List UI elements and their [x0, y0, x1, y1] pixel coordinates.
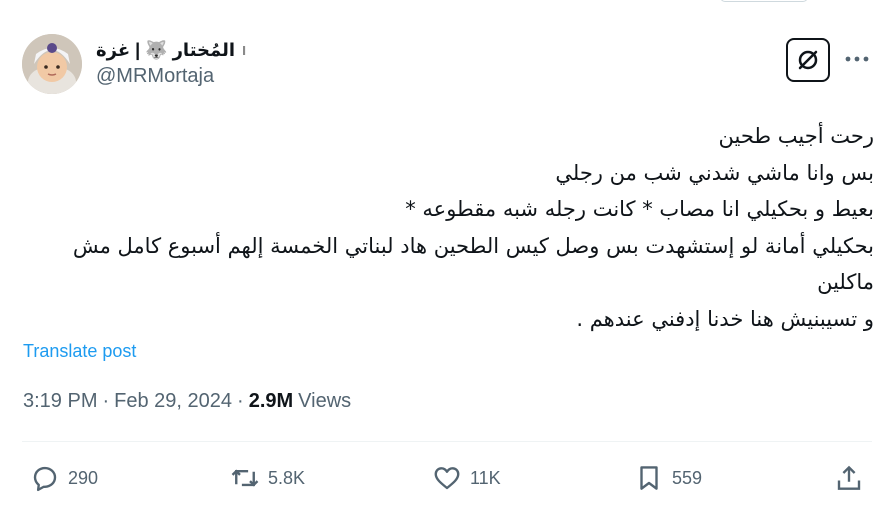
bookmark-icon — [640, 466, 658, 490]
tweet-line: رحت أجيب طحين — [718, 124, 874, 148]
avatar[interactable] — [22, 34, 82, 94]
tweet-meta: 3:19 PM · Feb 29, 2024 · 2.9M Views — [23, 390, 351, 413]
user-handle[interactable]: @MRMortaja — [96, 65, 246, 88]
top-edge-pill — [720, 0, 808, 2]
repost-button[interactable]: 5.8K — [230, 458, 305, 498]
views-count: 2.9M — [248, 390, 294, 412]
name-mark: ا — [242, 43, 247, 58]
avatar-image — [22, 34, 82, 94]
share-button[interactable] — [834, 458, 864, 498]
tweet-line: بعيط و بحكيلي انا مصاب * كانت رجله شبه م… — [405, 197, 874, 221]
repost-icon — [231, 469, 259, 487]
tweet-header: المُختار 🐺 | غزة ا @MRMortaja — [22, 34, 872, 96]
more-options-button[interactable] — [842, 44, 872, 74]
tweet-line: و تسيبنيش هنا خدنا إدفني عندهم . — [576, 306, 874, 331]
tweet-time[interactable]: 3:19 PM — [23, 390, 97, 413]
bookmark-count: 559 — [672, 467, 703, 488]
heart-icon — [434, 467, 460, 490]
grok-button[interactable] — [786, 38, 830, 82]
tweet-line: بس وانا ماشي شدني شب من رجلي — [555, 160, 874, 185]
views-label: Views — [298, 390, 352, 412]
divider — [22, 441, 872, 442]
share-icon — [837, 465, 861, 490]
display-name-text: المُختار 🐺 | غزة — [96, 40, 236, 60]
display-name[interactable]: المُختار 🐺 | غزة ا — [96, 40, 246, 61]
bookmark-button[interactable]: 559 — [634, 458, 702, 498]
meta-separator: · — [102, 390, 110, 412]
tweet-date[interactable]: Feb 29, 2024 — [114, 390, 232, 413]
tweet-line: بحكيلي أمانة لو إستشهدت بس وصل كيس الطحي… — [72, 233, 874, 295]
like-button[interactable]: 11K — [432, 458, 501, 498]
translate-post-link[interactable]: Translate post — [23, 341, 136, 362]
more-icon — [845, 56, 869, 62]
reply-icon — [33, 466, 57, 492]
tweet-text: رحت أجيب طحين بس وانا ماشي شدني شب من رج… — [22, 118, 874, 337]
repost-count: 5.8K — [268, 467, 306, 488]
reply-button[interactable]: 290 — [30, 458, 98, 498]
action-bar: 290 5.8K 11K 559 — [22, 458, 872, 498]
grok-icon — [798, 50, 818, 70]
like-count: 11K — [470, 467, 501, 488]
meta-separator: · — [237, 390, 244, 412]
reply-count: 290 — [68, 467, 99, 488]
